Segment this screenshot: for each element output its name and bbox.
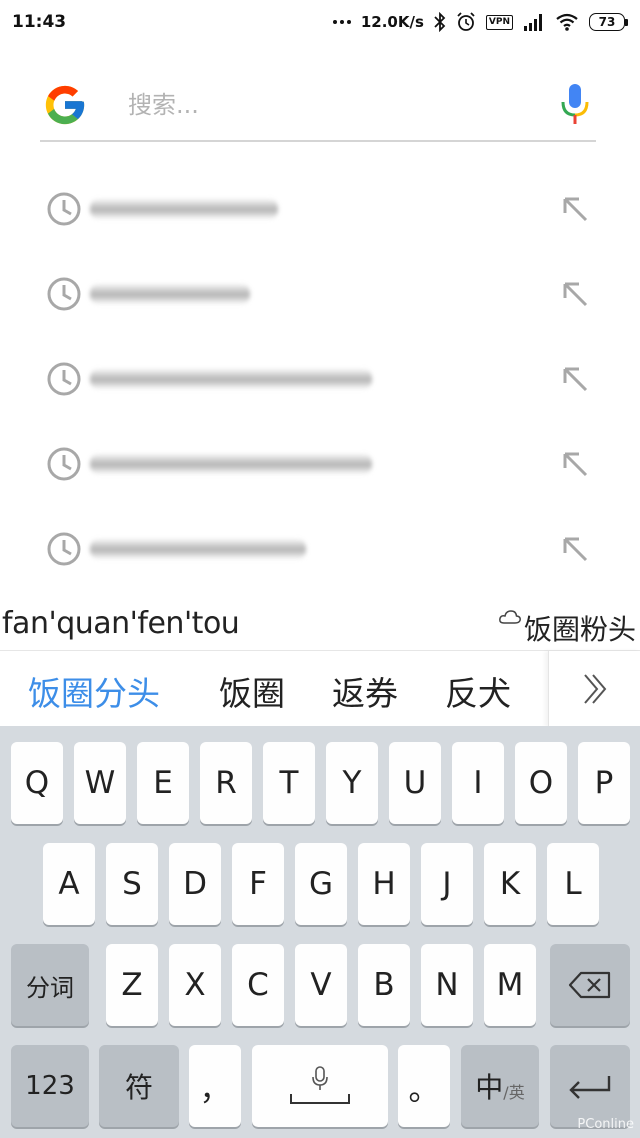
language-main-label: 中: [475, 1071, 504, 1104]
space-bar-icon: [290, 1094, 350, 1104]
network-speed: 12.0K/s: [360, 13, 424, 31]
key-o[interactable]: O: [515, 742, 567, 824]
battery-tip: [625, 18, 628, 26]
key-l[interactable]: L: [547, 843, 599, 925]
history-clock-icon: [47, 532, 81, 565]
more-notifications-icon: [332, 20, 351, 24]
voice-input-icon: [312, 1066, 328, 1090]
history-text-redacted: [90, 367, 372, 390]
key-n[interactable]: N: [421, 944, 473, 1026]
signal-icon: [524, 14, 542, 31]
fill-query-arrow-icon[interactable]: [560, 194, 590, 224]
backspace-key[interactable]: [550, 944, 630, 1026]
candidate-4[interactable]: 反犬: [445, 667, 511, 715]
search-input[interactable]: [128, 91, 508, 119]
key-q[interactable]: Q: [11, 742, 63, 824]
search-history-list: [0, 166, 640, 591]
history-clock-icon: [47, 447, 81, 480]
key-d[interactable]: D: [169, 843, 221, 925]
history-item[interactable]: [0, 506, 640, 591]
fill-query-arrow-icon[interactable]: [560, 364, 590, 394]
microphone-icon[interactable]: [560, 82, 590, 128]
candidate-3[interactable]: 返券: [332, 667, 398, 715]
history-item[interactable]: [0, 166, 640, 251]
watermark: PConline: [577, 1117, 634, 1132]
history-text-redacted: [90, 452, 372, 475]
key-b[interactable]: B: [358, 944, 410, 1026]
key-a[interactable]: A: [43, 843, 95, 925]
cloud-candidate[interactable]: 饭圈粉头: [498, 608, 636, 648]
status-icons: 12.0K/s VPN 73: [332, 12, 628, 32]
comma-key[interactable]: ，: [189, 1045, 241, 1127]
status-time: 11:43: [12, 12, 67, 32]
cloud-icon: [499, 610, 521, 624]
history-item[interactable]: [0, 251, 640, 336]
status-bar: 11:43 12.0K/s VPN 73: [0, 0, 640, 44]
symbols-key-label: 符: [124, 1071, 153, 1104]
key-u[interactable]: U: [389, 742, 441, 824]
language-switch-key[interactable]: 中/英: [461, 1045, 539, 1127]
fill-query-arrow-icon[interactable]: [560, 449, 590, 479]
history-item[interactable]: [0, 421, 640, 506]
key-w[interactable]: W: [74, 742, 126, 824]
expand-candidates-button[interactable]: [548, 651, 640, 727]
key-g[interactable]: G: [295, 843, 347, 925]
candidate-1[interactable]: 饭圈分头: [28, 667, 160, 715]
history-clock-icon: [47, 362, 81, 395]
symbols-key[interactable]: 符: [99, 1045, 179, 1127]
history-text-redacted: [90, 197, 278, 220]
key-j[interactable]: J: [421, 843, 473, 925]
history-text-redacted: [90, 282, 250, 305]
pinyin-composition: fan'quan'fen'tou: [2, 606, 240, 641]
fill-query-arrow-icon[interactable]: [560, 279, 590, 309]
alarm-icon: [457, 12, 475, 31]
history-clock-icon: [47, 192, 81, 225]
key-f[interactable]: F: [232, 843, 284, 925]
language-sub-label: /英: [503, 1083, 525, 1102]
history-clock-icon: [47, 277, 81, 310]
key-z[interactable]: Z: [106, 944, 158, 1026]
search-bar[interactable]: [40, 70, 596, 142]
battery-indicator: 73: [589, 13, 628, 31]
cloud-candidate-text: 饭圈粉头: [523, 613, 636, 646]
key-x[interactable]: X: [169, 944, 221, 1026]
space-key[interactable]: [252, 1045, 388, 1127]
history-item[interactable]: [0, 336, 640, 421]
double-chevron-right-icon: [583, 674, 606, 704]
key-p[interactable]: P: [578, 742, 630, 824]
key-i[interactable]: I: [452, 742, 504, 824]
ime-candidate-bar: 饭圈分头 饭圈 返券 反犬: [0, 650, 640, 727]
key-e[interactable]: E: [137, 742, 189, 824]
enter-icon: [569, 1076, 611, 1099]
google-logo-icon: [45, 85, 85, 125]
soft-keyboard: Q W E R T Y U I O P A S D F G H J K L 分词…: [0, 726, 640, 1138]
enter-key[interactable]: [550, 1045, 630, 1127]
fill-query-arrow-icon[interactable]: [560, 534, 590, 564]
segment-key-label: 分词: [26, 973, 74, 1002]
key-t[interactable]: T: [263, 742, 315, 824]
key-r[interactable]: R: [200, 742, 252, 824]
key-k[interactable]: K: [484, 843, 536, 925]
numbers-key[interactable]: 123: [11, 1045, 89, 1127]
period-key[interactable]: 。: [398, 1045, 450, 1127]
vpn-badge: VPN: [485, 14, 513, 30]
candidate-2[interactable]: 饭圈: [219, 667, 285, 715]
numbers-key-label: 123: [25, 1071, 75, 1101]
key-s[interactable]: S: [106, 843, 158, 925]
key-m[interactable]: M: [484, 944, 536, 1026]
key-v[interactable]: V: [295, 944, 347, 1026]
backspace-icon: [568, 971, 611, 999]
history-text-redacted: [90, 537, 306, 560]
key-y[interactable]: Y: [326, 742, 378, 824]
ime-composition-bar: fan'quan'fen'tou 饭圈粉头: [0, 602, 640, 650]
key-h[interactable]: H: [358, 843, 410, 925]
wifi-icon: [556, 13, 578, 31]
segment-key[interactable]: 分词: [11, 944, 89, 1026]
bluetooth-icon: [434, 12, 446, 32]
key-c[interactable]: C: [232, 944, 284, 1026]
battery-level: 73: [589, 13, 625, 31]
